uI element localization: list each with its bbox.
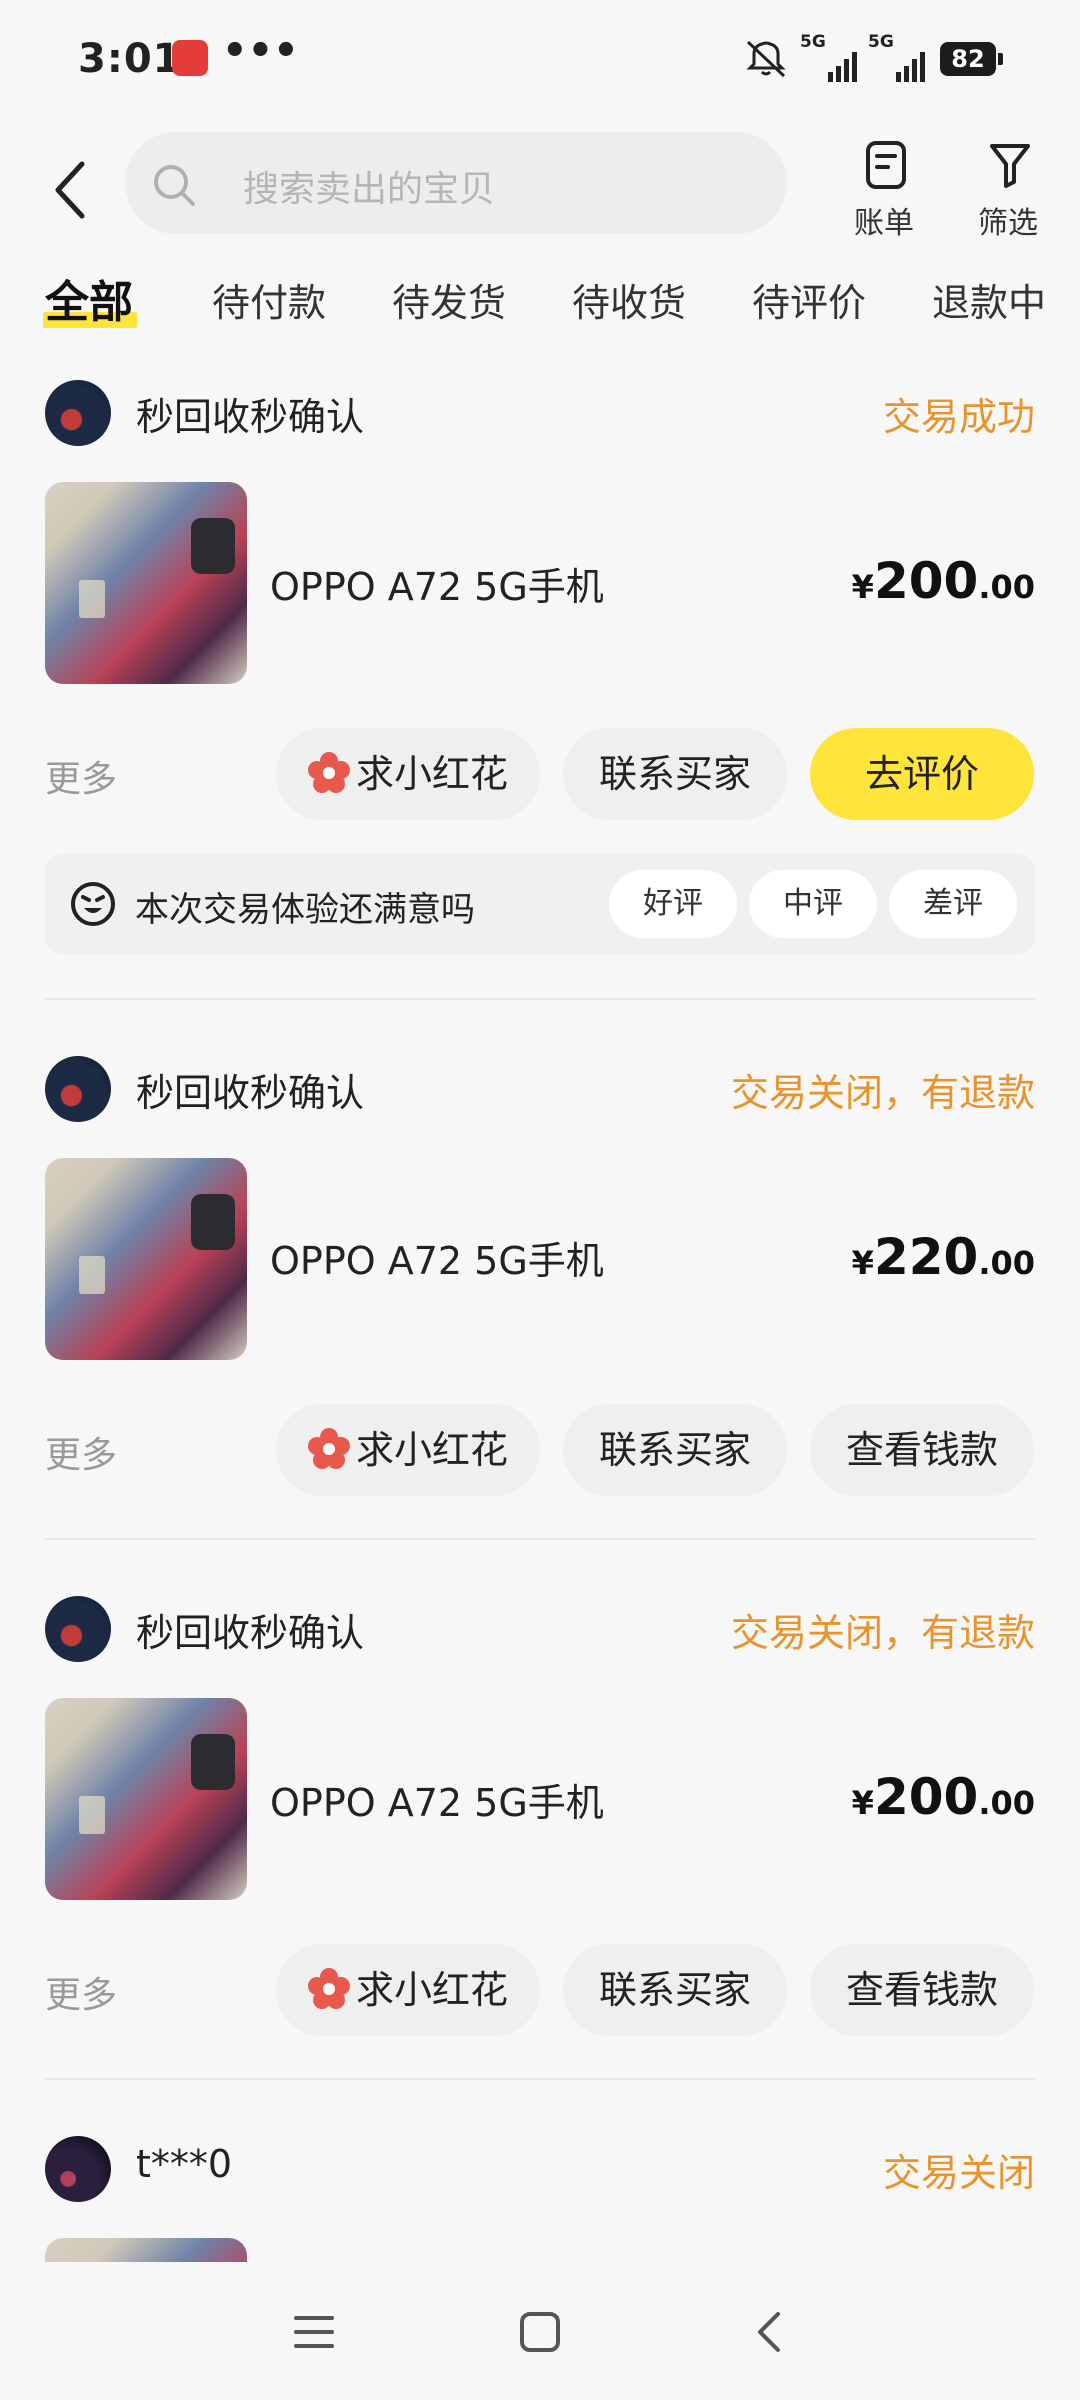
red-flower-icon: [307, 1967, 350, 2009]
tab-refunding[interactable]: 退款中: [932, 272, 1046, 327]
back-button[interactable]: [40, 150, 100, 230]
menu-icon[interactable]: [292, 2310, 336, 2354]
search-placeholder: 搜索卖出的宝贝: [243, 169, 496, 210]
neutral-review-button[interactable]: 中评: [749, 870, 877, 938]
logo-graphic: [79, 1256, 105, 1294]
shop-name[interactable]: t***0: [136, 2142, 232, 2186]
more-button[interactable]: 更多: [45, 1966, 117, 2018]
tab-pending-receipt[interactable]: 待收货: [572, 272, 686, 327]
product-price: ¥200.00: [851, 1768, 1035, 1826]
red-flower-icon: [307, 751, 350, 793]
product-title[interactable]: OPPO A72 5G手机: [270, 556, 604, 611]
bad-review-button[interactable]: 差评: [889, 870, 1017, 938]
red-flower-icon: [307, 1427, 350, 1469]
shop-name[interactable]: 秒回收秒确认: [136, 386, 364, 441]
bill-icon: [866, 141, 906, 189]
back-nav-icon[interactable]: [748, 2310, 792, 2354]
order-tabs: 全部 待付款 待发货 待收货 待评价 退款中: [0, 262, 1080, 340]
filter-icon: [990, 144, 1030, 188]
search-icon: [154, 165, 195, 206]
view-funds-button[interactable]: 查看钱款: [810, 1404, 1034, 1496]
tab-pending-review[interactable]: 待评价: [752, 272, 866, 327]
product-price: ¥200.00: [851, 552, 1035, 610]
mute-icon: [746, 40, 786, 78]
review-question: 本次交易体验还满意吗: [135, 890, 475, 930]
filter-button[interactable]: 筛选: [958, 130, 1058, 241]
shop-avatar[interactable]: [45, 380, 111, 446]
product-thumbnail[interactable]: [45, 1698, 247, 1900]
more-button[interactable]: 更多: [45, 750, 117, 802]
order-status: 交易关闭: [882, 2151, 1035, 2195]
more-button[interactable]: 更多: [45, 1426, 117, 1478]
tab-all[interactable]: 全部: [43, 266, 137, 330]
status-bar: 3:01 ••• 5G 5G 82: [0, 0, 1080, 120]
header: 搜索卖出的宝贝 账单 筛选: [0, 120, 1080, 260]
ask-flower-button[interactable]: 求小红花: [276, 1404, 540, 1496]
bill-label: 账单: [854, 206, 914, 241]
write-review-button[interactable]: 去评价: [810, 728, 1034, 820]
back-arrow-icon: [55, 161, 85, 219]
divider: [45, 2078, 1035, 2080]
contact-buyer-button[interactable]: 联系买家: [563, 1944, 787, 2036]
order-card: 秒回收秒确认 交易关闭，有退款 OPPO A72 5G手机 ¥220.00 更多…: [0, 1056, 1080, 1516]
product-thumbnail[interactable]: [45, 1158, 247, 1360]
contact-buyer-button[interactable]: 联系买家: [563, 1404, 787, 1496]
product-thumbnail[interactable]: [45, 2238, 247, 2262]
filter-label: 筛选: [978, 206, 1038, 241]
shop-avatar[interactable]: [45, 2136, 111, 2202]
review-prompt: 本次交易体验还满意吗 好评 中评 差评: [45, 854, 1035, 954]
bill-button[interactable]: 账单: [834, 130, 934, 241]
order-card: t***0 交易关闭: [0, 2136, 1080, 2262]
view-funds-button[interactable]: 查看钱款: [810, 1944, 1034, 2036]
ask-flower-button[interactable]: 求小红花: [276, 728, 540, 820]
tab-pending-payment[interactable]: 待付款: [212, 272, 326, 327]
search-input[interactable]: 搜索卖出的宝贝: [125, 132, 787, 234]
shop-name[interactable]: 秒回收秒确认: [136, 1062, 364, 1117]
more-notifications-icon: •••: [222, 28, 299, 74]
order-status: 交易关闭，有退款: [730, 1071, 1035, 1115]
tab-pending-shipment[interactable]: 待发货: [392, 272, 506, 327]
camera-module-graphic: [191, 1734, 235, 1790]
shop-name[interactable]: 秒回收秒确认: [136, 1602, 364, 1657]
order-card: 秒回收秒确认 交易成功 OPPO A72 5G手机 ¥200.00 更多 求小红…: [0, 380, 1080, 980]
shop-avatar[interactable]: [45, 1596, 111, 1662]
product-title[interactable]: OPPO A72 5G手机: [270, 1230, 604, 1285]
logo-graphic: [79, 580, 105, 618]
order-status: 交易关闭，有退款: [730, 1611, 1035, 1655]
divider: [45, 998, 1035, 1000]
order-status: 交易成功: [882, 395, 1035, 439]
order-card: 秒回收秒确认 交易关闭，有退款 OPPO A72 5G手机 ¥200.00 更多…: [0, 1596, 1080, 2056]
product-thumbnail[interactable]: [45, 482, 247, 684]
system-nav-bar: [0, 2262, 1080, 2400]
home-square-icon[interactable]: [518, 2310, 562, 2354]
contact-buyer-button[interactable]: 联系买家: [563, 728, 787, 820]
battery-icon: 82: [940, 42, 1003, 76]
ask-flower-button[interactable]: 求小红花: [276, 1944, 540, 2036]
product-price: ¥220.00: [851, 1228, 1035, 1286]
clock: 3:01: [78, 36, 182, 82]
camera-module-graphic: [191, 518, 235, 574]
shop-avatar[interactable]: [45, 1056, 111, 1122]
camera-module-graphic: [191, 1194, 235, 1250]
product-title[interactable]: OPPO A72 5G手机: [270, 1772, 604, 1827]
divider: [45, 1538, 1035, 1540]
smiley-icon: [71, 882, 115, 926]
logo-graphic: [79, 1796, 105, 1834]
app-notification-icon: [172, 40, 208, 76]
good-review-button[interactable]: 好评: [609, 870, 737, 938]
